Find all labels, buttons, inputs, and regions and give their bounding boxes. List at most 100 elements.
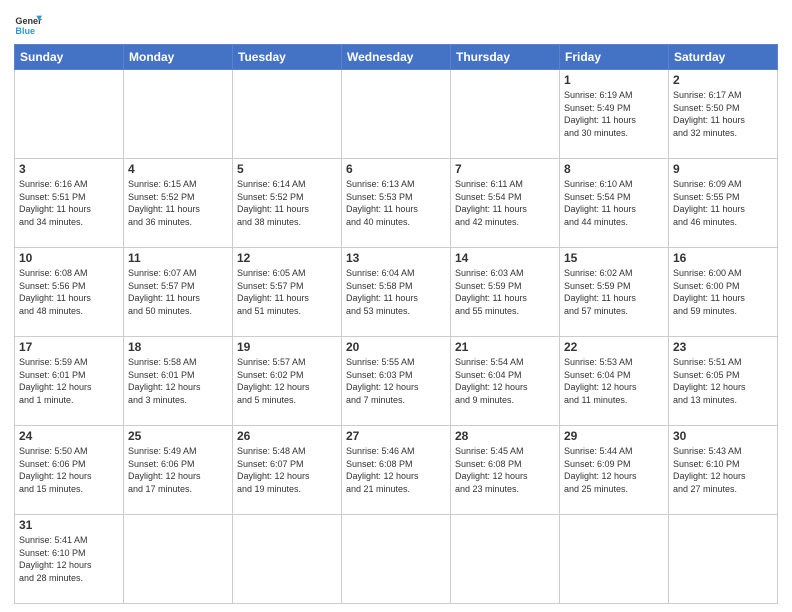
day-cell <box>124 70 233 159</box>
day-info: Sunrise: 6:13 AM Sunset: 5:53 PM Dayligh… <box>346 178 446 228</box>
calendar-table: SundayMondayTuesdayWednesdayThursdayFrid… <box>14 44 778 604</box>
day-info: Sunrise: 5:54 AM Sunset: 6:04 PM Dayligh… <box>455 356 555 406</box>
day-info: Sunrise: 5:58 AM Sunset: 6:01 PM Dayligh… <box>128 356 228 406</box>
week-row-0: 1 Sunrise: 6:19 AM Sunset: 5:49 PM Daylig… <box>15 70 778 159</box>
day-cell: 4Sunrise: 6:15 AM Sunset: 5:52 PM Daylig… <box>124 159 233 248</box>
day-cell <box>669 515 778 604</box>
day-info: Sunrise: 5:55 AM Sunset: 6:03 PM Dayligh… <box>346 356 446 406</box>
day-number: 12 <box>237 251 337 265</box>
day-cell: 25Sunrise: 5:49 AM Sunset: 6:06 PM Dayli… <box>124 426 233 515</box>
day-info: Sunrise: 6:16 AM Sunset: 5:51 PM Dayligh… <box>19 178 119 228</box>
day-cell: 6 Sunrise: 6:13 AM Sunset: 5:53 PM Daylig… <box>342 159 451 248</box>
day-cell: 29 Sunrise: 5:44 AM Sunset: 6:09 PM Dayli… <box>560 426 669 515</box>
day-info: Sunrise: 5:53 AM Sunset: 6:04 PM Dayligh… <box>564 356 664 406</box>
day-cell: 3Sunrise: 6:16 AM Sunset: 5:51 PM Daylig… <box>15 159 124 248</box>
header-day-saturday: Saturday <box>669 45 778 70</box>
day-cell <box>233 70 342 159</box>
day-info: Sunrise: 5:45 AM Sunset: 6:08 PM Dayligh… <box>455 445 555 495</box>
day-cell: 21 Sunrise: 5:54 AM Sunset: 6:04 PM Dayli… <box>451 337 560 426</box>
week-row-5: 31 Sunrise: 5:41 AM Sunset: 6:10 PM Dayli… <box>15 515 778 604</box>
day-number: 21 <box>455 340 555 354</box>
day-number: 19 <box>237 340 337 354</box>
day-cell: 19Sunrise: 5:57 AM Sunset: 6:02 PM Dayli… <box>233 337 342 426</box>
week-row-2: 10 Sunrise: 6:08 AM Sunset: 5:56 PM Dayli… <box>15 248 778 337</box>
day-number: 13 <box>346 251 446 265</box>
day-number: 2 <box>673 73 773 87</box>
day-info: Sunrise: 6:03 AM Sunset: 5:59 PM Dayligh… <box>455 267 555 317</box>
day-cell <box>560 515 669 604</box>
day-cell: 31 Sunrise: 5:41 AM Sunset: 6:10 PM Dayli… <box>15 515 124 604</box>
day-info: Sunrise: 6:08 AM Sunset: 5:56 PM Dayligh… <box>19 267 119 317</box>
day-cell: 12 Sunrise: 6:05 AM Sunset: 5:57 PM Dayli… <box>233 248 342 337</box>
day-number: 20 <box>346 340 446 354</box>
day-cell <box>124 515 233 604</box>
day-number: 15 <box>564 251 664 265</box>
logo: General Blue <box>14 10 46 38</box>
day-cell: 28Sunrise: 5:45 AM Sunset: 6:08 PM Dayli… <box>451 426 560 515</box>
day-number: 11 <box>128 251 228 265</box>
week-row-1: 3Sunrise: 6:16 AM Sunset: 5:51 PM Daylig… <box>15 159 778 248</box>
day-cell <box>451 515 560 604</box>
day-cell <box>451 70 560 159</box>
day-info: Sunrise: 5:44 AM Sunset: 6:09 PM Dayligh… <box>564 445 664 495</box>
week-row-4: 24 Sunrise: 5:50 AM Sunset: 6:06 PM Dayli… <box>15 426 778 515</box>
day-info: Sunrise: 5:49 AM Sunset: 6:06 PM Dayligh… <box>128 445 228 495</box>
day-cell: 5 Sunrise: 6:14 AM Sunset: 5:52 PM Daylig… <box>233 159 342 248</box>
day-info: Sunrise: 5:59 AM Sunset: 6:01 PM Dayligh… <box>19 356 119 406</box>
day-cell: 13 Sunrise: 6:04 AM Sunset: 5:58 PM Dayli… <box>342 248 451 337</box>
day-cell: 15 Sunrise: 6:02 AM Sunset: 5:59 PM Dayli… <box>560 248 669 337</box>
day-number: 10 <box>19 251 119 265</box>
day-info: Sunrise: 6:00 AM Sunset: 6:00 PM Dayligh… <box>673 267 773 317</box>
header-day-friday: Friday <box>560 45 669 70</box>
day-cell: 9 Sunrise: 6:09 AM Sunset: 5:55 PM Daylig… <box>669 159 778 248</box>
day-cell: 26 Sunrise: 5:48 AM Sunset: 6:07 PM Dayli… <box>233 426 342 515</box>
day-number: 18 <box>128 340 228 354</box>
day-number: 30 <box>673 429 773 443</box>
day-number: 23 <box>673 340 773 354</box>
day-info: Sunrise: 6:04 AM Sunset: 5:58 PM Dayligh… <box>346 267 446 317</box>
day-info: Sunrise: 6:05 AM Sunset: 5:57 PM Dayligh… <box>237 267 337 317</box>
day-cell: 2 Sunrise: 6:17 AM Sunset: 5:50 PM Daylig… <box>669 70 778 159</box>
day-info: Sunrise: 6:11 AM Sunset: 5:54 PM Dayligh… <box>455 178 555 228</box>
day-info: Sunrise: 6:17 AM Sunset: 5:50 PM Dayligh… <box>673 89 773 139</box>
day-cell: 24 Sunrise: 5:50 AM Sunset: 6:06 PM Dayli… <box>15 426 124 515</box>
day-info: Sunrise: 6:07 AM Sunset: 5:57 PM Dayligh… <box>128 267 228 317</box>
day-cell <box>342 515 451 604</box>
day-number: 26 <box>237 429 337 443</box>
day-number: 24 <box>19 429 119 443</box>
week-row-3: 17Sunrise: 5:59 AM Sunset: 6:01 PM Dayli… <box>15 337 778 426</box>
day-cell <box>233 515 342 604</box>
header-day-tuesday: Tuesday <box>233 45 342 70</box>
day-number: 14 <box>455 251 555 265</box>
day-cell: 17Sunrise: 5:59 AM Sunset: 6:01 PM Dayli… <box>15 337 124 426</box>
header-day-thursday: Thursday <box>451 45 560 70</box>
day-number: 6 <box>346 162 446 176</box>
day-number: 7 <box>455 162 555 176</box>
day-info: Sunrise: 5:48 AM Sunset: 6:07 PM Dayligh… <box>237 445 337 495</box>
header: General Blue <box>14 10 778 38</box>
day-info: Sunrise: 6:19 AM Sunset: 5:49 PM Dayligh… <box>564 89 664 139</box>
day-cell <box>342 70 451 159</box>
day-cell: 23Sunrise: 5:51 AM Sunset: 6:05 PM Dayli… <box>669 337 778 426</box>
day-info: Sunrise: 6:09 AM Sunset: 5:55 PM Dayligh… <box>673 178 773 228</box>
day-cell: 18 Sunrise: 5:58 AM Sunset: 6:01 PM Dayli… <box>124 337 233 426</box>
day-info: Sunrise: 5:43 AM Sunset: 6:10 PM Dayligh… <box>673 445 773 495</box>
day-info: Sunrise: 6:14 AM Sunset: 5:52 PM Dayligh… <box>237 178 337 228</box>
page: General Blue SundayMondayTuesdayWednesda… <box>0 0 792 612</box>
day-info: Sunrise: 6:15 AM Sunset: 5:52 PM Dayligh… <box>128 178 228 228</box>
day-number: 9 <box>673 162 773 176</box>
day-number: 31 <box>19 518 119 532</box>
day-number: 22 <box>564 340 664 354</box>
day-number: 1 <box>564 73 664 87</box>
day-info: Sunrise: 6:10 AM Sunset: 5:54 PM Dayligh… <box>564 178 664 228</box>
day-cell: 22 Sunrise: 5:53 AM Sunset: 6:04 PM Dayli… <box>560 337 669 426</box>
day-number: 29 <box>564 429 664 443</box>
day-info: Sunrise: 6:02 AM Sunset: 5:59 PM Dayligh… <box>564 267 664 317</box>
logo-icon: General Blue <box>14 10 42 38</box>
header-row: SundayMondayTuesdayWednesdayThursdayFrid… <box>15 45 778 70</box>
day-cell: 27Sunrise: 5:46 AM Sunset: 6:08 PM Dayli… <box>342 426 451 515</box>
day-cell: 16Sunrise: 6:00 AM Sunset: 6:00 PM Dayli… <box>669 248 778 337</box>
day-number: 5 <box>237 162 337 176</box>
day-info: Sunrise: 5:41 AM Sunset: 6:10 PM Dayligh… <box>19 534 119 584</box>
day-info: Sunrise: 5:50 AM Sunset: 6:06 PM Dayligh… <box>19 445 119 495</box>
